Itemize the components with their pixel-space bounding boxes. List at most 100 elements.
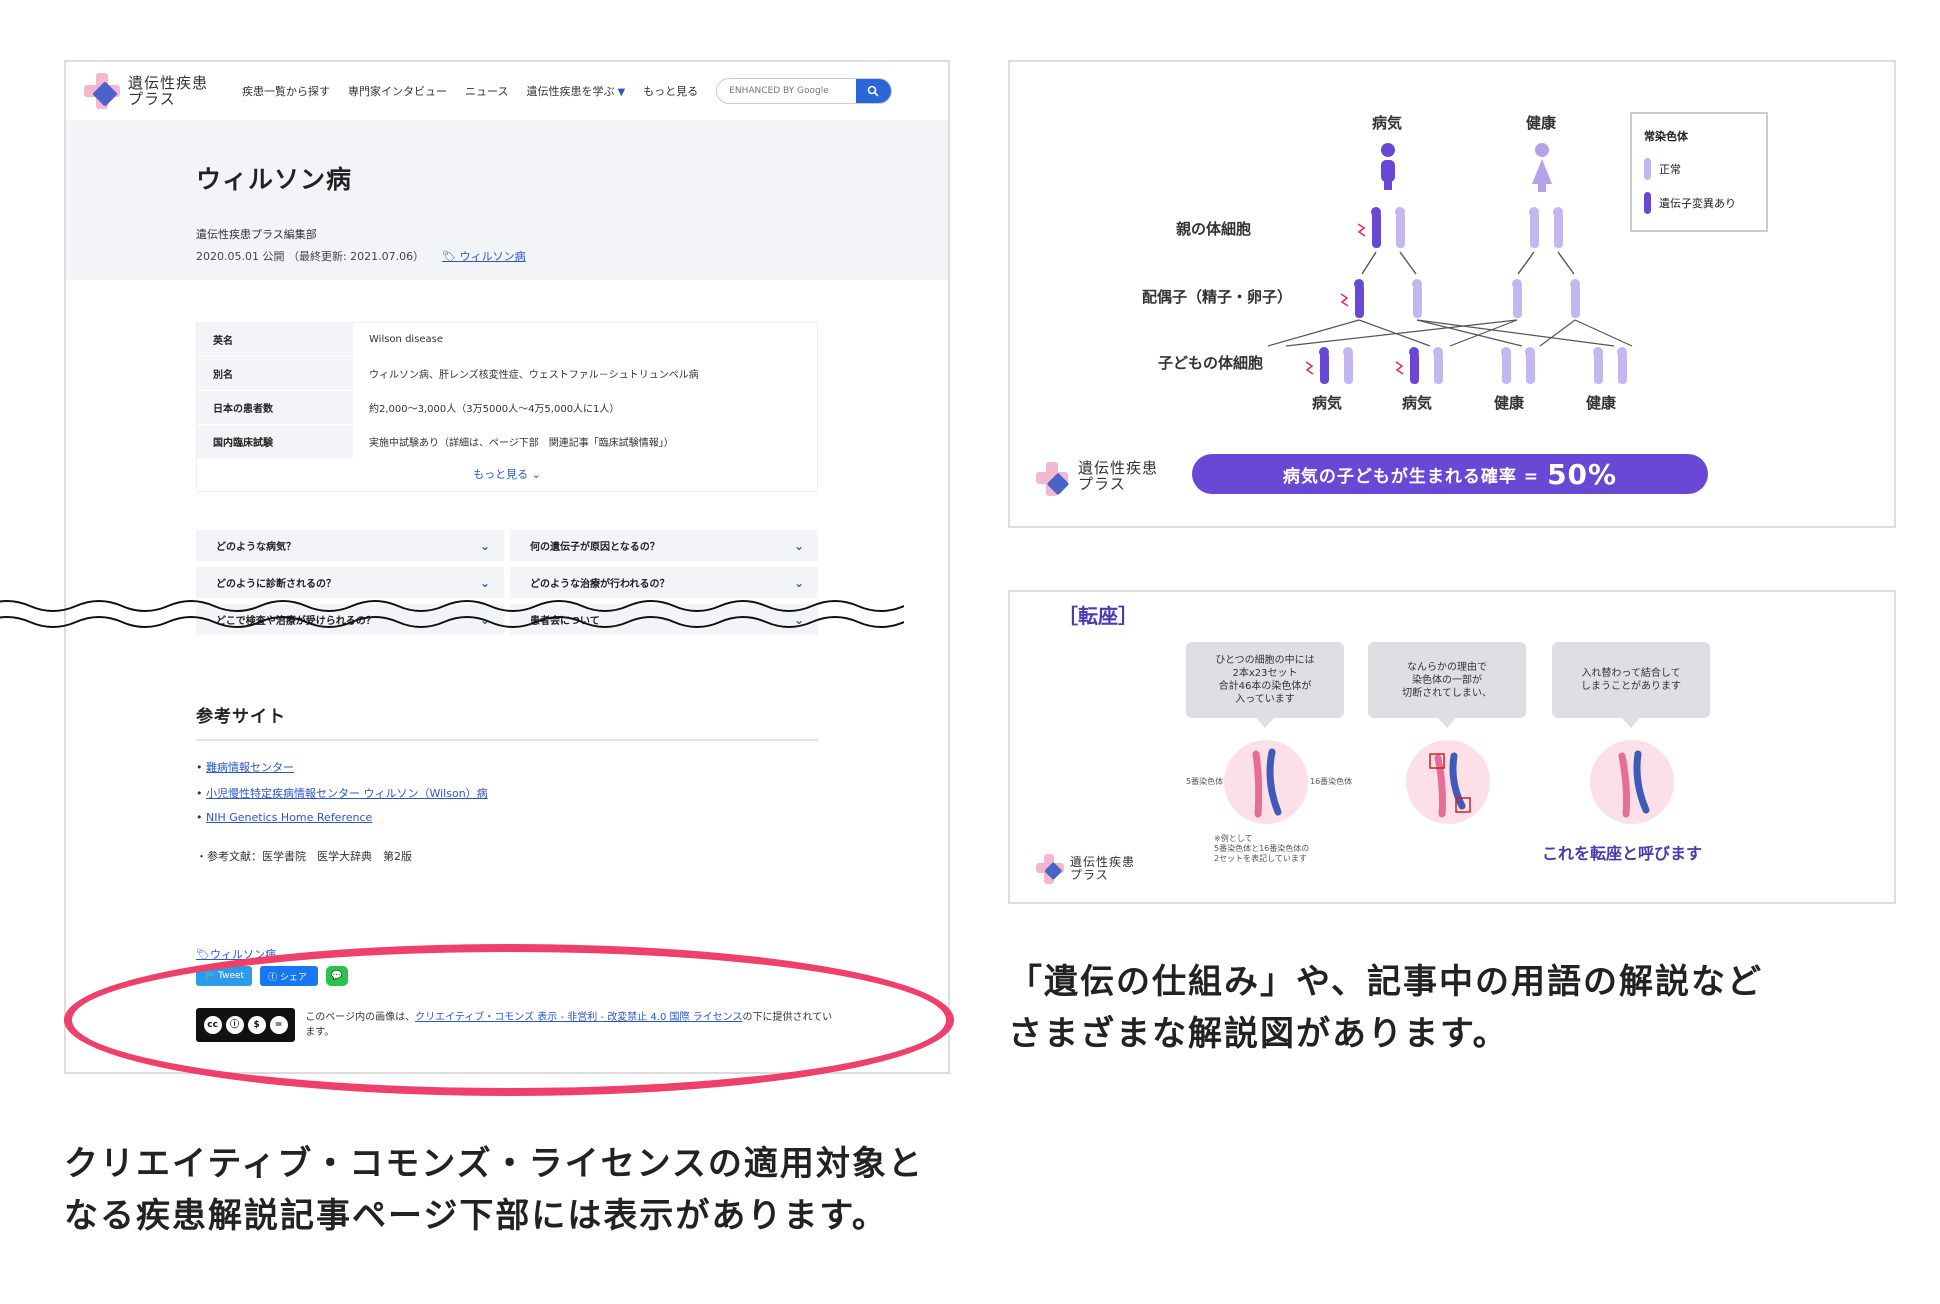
cc-prefix: このページ内の画像は、 <box>305 1012 416 1023</box>
cc-badge-icon: cc ⓘ $ = <box>196 1008 296 1042</box>
main-nav: 疾患一覧から探す 専門家インタビュー ニュース 遺伝性疾患を学ぶ ▼ もっと見る <box>242 83 698 99</box>
nav-item-learn[interactable]: 遺伝性疾患を学ぶ ▼ <box>526 83 625 99</box>
info-key: 日本の患者数 <box>197 391 353 424</box>
line-icon: 💬 <box>331 971 343 981</box>
search-button[interactable] <box>855 79 892 103</box>
faq-label: どのような病気？ <box>216 542 296 553</box>
faq-label: どのような治療が行われるの？ <box>530 579 670 590</box>
conclusion-text: これを転座と呼びます <box>1542 844 1703 863</box>
search-icon <box>868 85 879 97</box>
facebook-icon: ⓕ <box>268 972 278 983</box>
cut-wave-divider <box>0 600 904 628</box>
info-key: 国内臨床試験 <box>197 425 353 458</box>
chromosome-5-label: 5番染色体 <box>1186 777 1224 786</box>
reference-link[interactable]: 難病情報センター <box>206 761 294 774</box>
tag-link[interactable]: 🏷 ウィルソン病 <box>442 250 525 263</box>
faq-item[interactable]: 何の遺伝子が原因となるの？ ⌄ <box>510 530 818 561</box>
logo-cross-icon <box>1036 462 1069 496</box>
chevron-down-icon: ⌄ <box>479 538 490 553</box>
logo-text-line2: プラス <box>128 90 176 108</box>
facebook-label: シェア <box>279 972 307 983</box>
reference-link[interactable]: 小児慢性特定疾病情報センター ウィルソン（Wilson）病 <box>206 787 488 800</box>
nav-item-interviews[interactable]: 専門家インタビュー <box>348 83 447 99</box>
logo-cross-icon <box>84 73 120 109</box>
cc-license-link[interactable]: クリエイティブ・コモンズ 表示 - 非営利 - 改変禁止 4.0 国際 ライセン… <box>415 1012 742 1023</box>
row-label-child-cells: 子どもの体細胞 <box>1158 354 1264 372</box>
info-key: 英名 <box>197 323 353 356</box>
mutant-chromosome-icon <box>1644 192 1651 214</box>
arrows <box>1361 251 1575 275</box>
parent-chromosomes <box>1371 207 1563 248</box>
child-chromosomes <box>1319 347 1627 384</box>
publish-dates: 2020.05.01 公開 （最終更新: 2021.07.06） <box>196 250 425 263</box>
logo-text-line1: 遺伝性疾患 <box>128 74 209 92</box>
nav-item-disease-list[interactable]: 疾患一覧から探す <box>242 83 330 99</box>
article-screenshot: 遺伝性疾患 プラス 疾患一覧から探す 専門家インタビュー ニュース 遺伝性疾患を学… <box>64 60 950 1074</box>
list-item: NIH Genetics Home Reference <box>196 811 818 824</box>
table-row: 英名 Wilson disease <box>197 323 817 357</box>
chromosome-16-label: 16番染色体 <box>1310 777 1353 786</box>
faq-item[interactable]: どのような病気？ ⌄ <box>196 530 504 561</box>
caption-right: 「遺伝の仕組み」や、記事中の用語の解説など さまざまな解説図があります。 <box>1008 956 1763 1060</box>
gamete-chromosomes <box>1354 279 1580 318</box>
example-note: ※例として 5番染色体と16番染色体の 2セットを表記しています <box>1214 834 1310 863</box>
caption-left-line2: なる疾患解説記事ページ下部には表示があります。 <box>64 1196 888 1236</box>
tweet-button[interactable]: 🐦 Tweet <box>196 966 252 986</box>
share-buttons: 🐦 Tweet ⓕ シェア 💬 <box>196 966 348 986</box>
chevron-down-icon: ⌄ <box>793 538 804 553</box>
tag-link-label: ウィルソン病 <box>459 250 526 263</box>
line-share-button[interactable]: 💬 <box>326 966 348 986</box>
legend-normal: 正常 <box>1659 163 1681 176</box>
literature: ・参考文献：医学書院 医学大辞典 第2版 <box>196 850 412 863</box>
chevron-down-icon: ⌄ <box>531 468 541 481</box>
caption-left-line1: クリエイティブ・コモンズ・ライセンスの適用対象と <box>64 1144 924 1184</box>
caption-right-line1: 「遺伝の仕組み」や、記事中の用語の解説など <box>1008 962 1763 1002</box>
table-row: 国内臨床試験 実施中試験あり（詳細は、ページ下部 関連記事「臨床試験情報」） <box>197 425 817 459</box>
info-value: 実施中試験あり（詳細は、ページ下部 関連記事「臨床試験情報」） <box>369 438 674 449</box>
female-icon <box>1532 143 1552 192</box>
legend: 常染色体 正常 遺伝子変異あり <box>1630 112 1768 232</box>
probability-banner: 病気の子どもが生まれる確率 = 50% <box>1192 454 1708 494</box>
row-label-gametes: 配偶子（精子・卵子） <box>1142 288 1293 306</box>
article-hero: ウィルソン病 遺伝性疾患プラス編集部 2020.05.01 公開 （最終更新: … <box>66 120 948 280</box>
nav-item-more[interactable]: もっと見る <box>643 83 698 99</box>
list-item: 小児慢性特定疾病情報センター ウィルソン（Wilson）病 <box>196 785 818 801</box>
info-table: 英名 Wilson disease 別名 ウィルソン病、肝レンズ核変性症、ウェストフ… <box>196 322 818 492</box>
cut-mask <box>66 668 948 698</box>
info-key: 別名 <box>197 357 353 390</box>
nav-item-news[interactable]: ニュース <box>465 83 508 99</box>
references-section: 参考サイト 難病情報センター 小児慢性特定疾病情報センター ウィルソン（Wils… <box>196 702 818 864</box>
legend-item: 遺伝子変異あり <box>1644 192 1754 214</box>
tag-icon: 🏷 <box>196 948 210 961</box>
child-label: 病気 <box>1402 394 1433 412</box>
twitter-icon: 🐦 <box>204 971 216 981</box>
bottom-tag-label: ウィルソン病 <box>209 948 276 961</box>
site-header: 遺伝性疾患 プラス 疾患一覧から探す 専門家インタビュー ニュース 遺伝性疾患を学… <box>66 62 948 120</box>
caption-left: クリエイティブ・コモンズ・ライセンスの適用対象と なる疾患解説記事ページ下部には… <box>64 1138 924 1242</box>
male-icon <box>1381 143 1395 190</box>
chevron-down-icon: ▼ <box>617 87 626 98</box>
info-value: 約2,000～3,000人（3万5000人～4万5,000人に1人） <box>369 404 620 415</box>
legend-title: 常染色体 <box>1644 130 1688 143</box>
faq-label: どのように診断されるの？ <box>216 579 336 590</box>
info-value: Wilson disease <box>369 334 444 345</box>
table-row: 別名 ウィルソン病、肝レンズ核変性症、ウェストファル－シュトリュンペル病 <box>197 357 817 391</box>
facebook-share-button[interactable]: ⓕ シェア <box>260 966 318 986</box>
site-logo[interactable]: 遺伝性疾患 プラス <box>84 73 208 109</box>
normal-chromosome-icon <box>1644 158 1651 180</box>
child-label: 健康 <box>1586 394 1617 412</box>
faq-label: 何の遺伝子が原因となるの？ <box>530 542 660 553</box>
chevron-down-icon: ⌄ <box>479 575 490 590</box>
search-input[interactable] <box>717 86 856 96</box>
tweet-label: Tweet <box>218 971 245 981</box>
cross-lines <box>1267 319 1633 347</box>
bottom-tag-link[interactable]: 🏷ウィルソン病 <box>196 946 276 962</box>
reference-link[interactable]: NIH Genetics Home Reference <box>206 811 372 824</box>
cc-license-notice: cc ⓘ $ = このページ内の画像は、クリエイティブ・コモンズ 表示 - 非営利 -… <box>196 1008 836 1042</box>
show-more-button[interactable]: もっと見る ⌄ <box>197 459 817 491</box>
child-label: 病気 <box>1312 394 1343 412</box>
logo-text-line2: プラス <box>1070 868 1109 882</box>
row-label-parent-cells: 親の体細胞 <box>1176 220 1252 238</box>
article-dates: 2020.05.01 公開 （最終更新: 2021.07.06） 🏷 ウィルソン病 <box>196 248 948 264</box>
legend-mutant: 遺伝子変異あり <box>1659 197 1736 210</box>
